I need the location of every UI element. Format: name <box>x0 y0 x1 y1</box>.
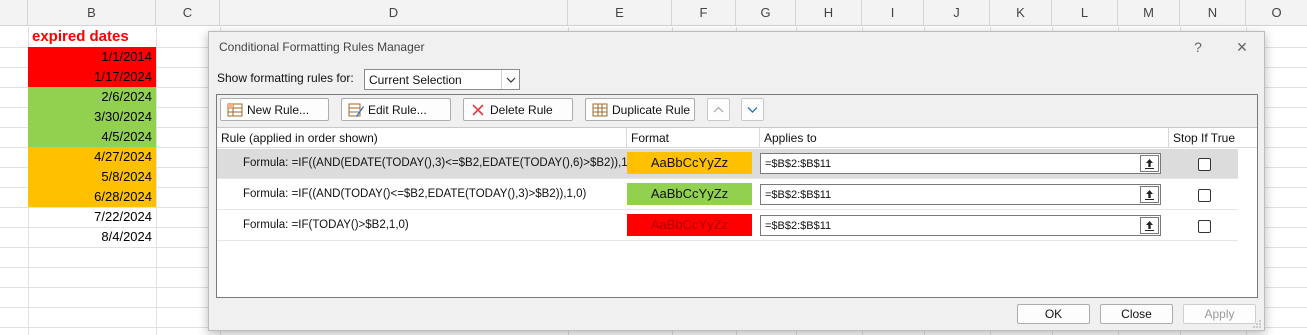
date-cell[interactable]: 7/22/2024 <box>28 207 156 227</box>
date-cell[interactable]: 8/4/2024 <box>28 227 156 247</box>
column-header-o[interactable]: O <box>1246 0 1307 26</box>
stop-if-true-checkbox[interactable] <box>1198 220 1211 233</box>
cell-b1-header[interactable]: expired dates <box>28 27 156 47</box>
delete-rule-button[interactable]: Delete Rule <box>463 98 573 121</box>
date-cell[interactable]: 4/27/2024 <box>28 147 156 167</box>
collapse-range-button[interactable] <box>1140 186 1159 203</box>
date-cell[interactable]: 1/17/2024 <box>28 67 156 87</box>
rule-formula: Formula: =IF((AND(TODAY()<=$B2,EDATE(TOD… <box>243 188 587 200</box>
duplicate-rule-icon <box>592 102 608 118</box>
rule-row[interactable]: Formula: =IF(TODAY()>$B2,1,0) AaBbCcYyZz… <box>217 211 1238 241</box>
delete-icon <box>470 102 486 118</box>
close-icon[interactable]: ✕ <box>1229 37 1255 57</box>
date-cell[interactable]: 5/8/2024 <box>28 167 156 187</box>
rules-toolbar: New Rule... Edit Rule... Delete Rule Dup… <box>217 95 1257 128</box>
chevron-down-icon <box>501 70 519 89</box>
column-header-e[interactable]: E <box>568 0 672 26</box>
column-header-h[interactable]: H <box>796 0 862 26</box>
show-rules-label: Show formatting rules for: <box>217 71 354 85</box>
ok-button[interactable]: OK <box>1017 304 1090 324</box>
column-header-f[interactable]: F <box>672 0 736 26</box>
corner-cell[interactable] <box>0 0 28 26</box>
conditional-formatting-dialog: Conditional Formatting Rules Manager ? ✕… <box>208 31 1265 331</box>
column-header-c[interactable]: C <box>156 0 220 26</box>
dialog-title: Conditional Formatting Rules Manager <box>219 40 425 54</box>
edit-rule-label: Edit Rule... <box>368 102 427 117</box>
column-header-k[interactable]: K <box>990 0 1052 26</box>
show-rules-select[interactable]: Current Selection <box>364 69 520 90</box>
new-rule-label: New Rule... <box>247 102 310 117</box>
column-header-l[interactable]: L <box>1052 0 1118 26</box>
date-cell[interactable]: 1/1/2014 <box>28 47 156 67</box>
collapse-icon <box>1145 190 1154 200</box>
column-header-d[interactable]: D <box>220 0 568 26</box>
new-rule-icon <box>227 102 243 118</box>
applies-to-value: =$B$2:$B$11 <box>765 220 832 232</box>
applies-to-field[interactable]: =$B$2:$B$11 <box>760 215 1161 236</box>
collapse-icon <box>1145 221 1154 231</box>
rules-panel: New Rule... Edit Rule... Delete Rule Dup… <box>216 94 1258 298</box>
chevron-up-icon <box>713 106 724 113</box>
format-preview: AaBbCcYyZz <box>627 152 752 174</box>
rule-column-header: Rule (applied in order shown) <box>217 128 627 148</box>
format-column-header: Format <box>627 128 760 148</box>
applies-to-field[interactable]: =$B$2:$B$11 <box>760 184 1161 205</box>
date-cell[interactable]: 2/6/2024 <box>28 87 156 107</box>
move-up-button[interactable] <box>707 98 730 121</box>
applies-to-column-header: Applies to <box>760 128 1169 148</box>
column-header-row: B C D E F G H I J K L M N O <box>0 0 1307 26</box>
chevron-down-icon <box>747 107 758 113</box>
help-button[interactable]: ? <box>1185 37 1211 57</box>
rules-table-header: Rule (applied in order shown) Format App… <box>217 128 1257 148</box>
rule-row[interactable]: Formula: =IF((AND(TODAY()<=$B2,EDATE(TOD… <box>217 180 1238 210</box>
collapse-range-button[interactable] <box>1140 155 1159 172</box>
rule-formula: Formula: =IF((AND(EDATE(TODAY(),3)<=$B2,… <box>243 157 642 169</box>
date-cell[interactable]: 4/5/2024 <box>28 127 156 147</box>
column-header-m[interactable]: M <box>1118 0 1180 26</box>
duplicate-rule-label: Duplicate Rule <box>612 102 691 117</box>
date-cell[interactable]: 6/28/2024 <box>28 187 156 207</box>
date-cell[interactable]: 3/30/2024 <box>28 107 156 127</box>
close-button[interactable]: Close <box>1100 304 1173 324</box>
stop-if-true-checkbox[interactable] <box>1198 189 1211 202</box>
show-rules-value: Current Selection <box>369 73 462 87</box>
rule-formula: Formula: =IF(TODAY()>$B2,1,0) <box>243 219 409 231</box>
new-rule-button[interactable]: New Rule... <box>220 98 329 121</box>
rule-row[interactable]: Formula: =IF((AND(EDATE(TODAY(),3)<=$B2,… <box>217 149 1238 179</box>
applies-to-value: =$B$2:$B$11 <box>765 158 832 170</box>
column-header-j[interactable]: J <box>924 0 990 26</box>
collapse-icon <box>1145 159 1154 169</box>
stop-if-true-checkbox[interactable] <box>1198 158 1211 171</box>
edit-rule-button[interactable]: Edit Rule... <box>341 98 451 121</box>
resize-grip-icon[interactable] <box>1252 318 1262 328</box>
stop-if-true-column-header: Stop If True <box>1173 131 1236 145</box>
dialog-titlebar[interactable]: Conditional Formatting Rules Manager ? ✕ <box>209 32 1264 62</box>
applies-to-field[interactable]: =$B$2:$B$11 <box>760 153 1161 174</box>
column-header-i[interactable]: I <box>862 0 924 26</box>
column-header-b[interactable]: B <box>28 0 156 26</box>
applies-to-value: =$B$2:$B$11 <box>765 189 832 201</box>
apply-button[interactable]: Apply <box>1183 304 1256 324</box>
column-header-n[interactable]: N <box>1180 0 1246 26</box>
move-down-button[interactable] <box>741 98 764 121</box>
column-header-g[interactable]: G <box>736 0 796 26</box>
delete-rule-label: Delete Rule <box>490 102 553 117</box>
format-preview: AaBbCcYyZz <box>627 183 752 205</box>
format-preview: AaBbCcYyZz <box>627 214 752 236</box>
edit-rule-icon <box>348 102 364 118</box>
duplicate-rule-button[interactable]: Duplicate Rule <box>585 98 695 121</box>
collapse-range-button[interactable] <box>1140 217 1159 234</box>
